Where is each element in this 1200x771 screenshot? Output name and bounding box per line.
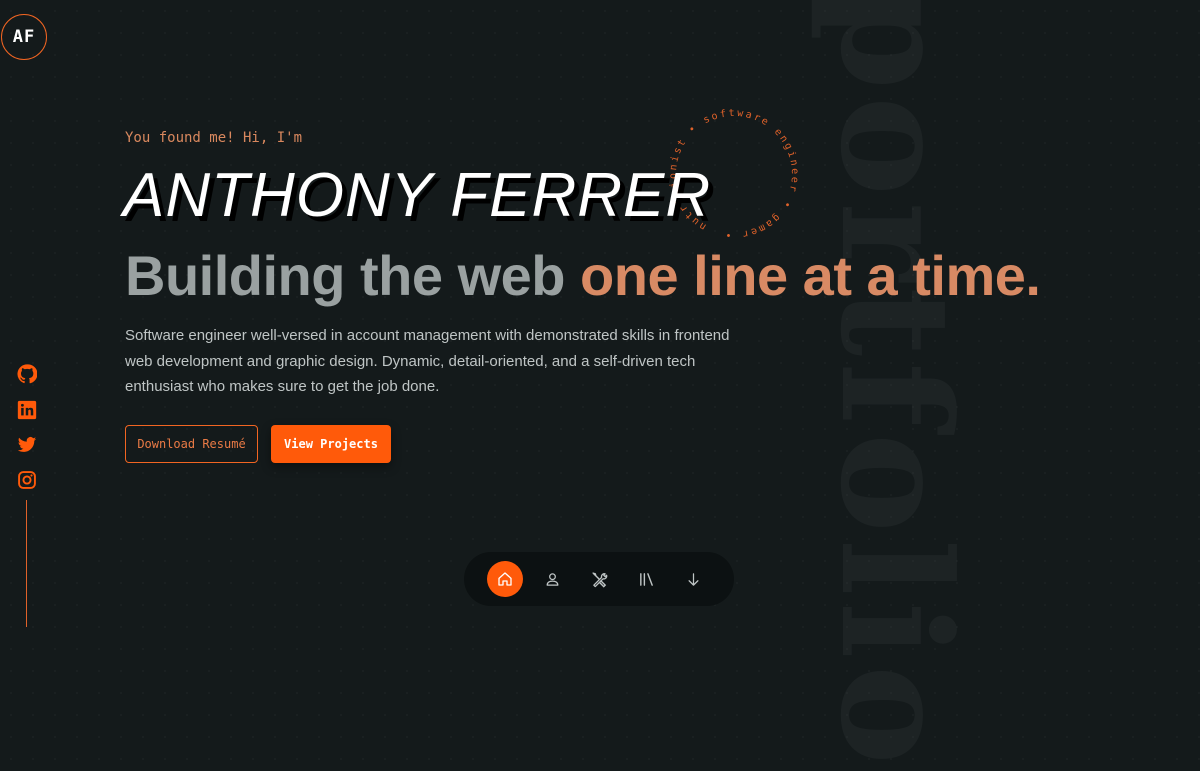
github-icon[interactable] (17, 364, 37, 384)
hero-description: Software engineer well-versed in account… (125, 327, 730, 395)
hero-name: ANTHONY FERRER (123, 161, 712, 230)
logo[interactable]: AF (1, 14, 47, 60)
social-divider-line (26, 500, 27, 627)
headline-accent: one line at a time. (580, 244, 1041, 307)
arrow-down-icon (688, 572, 698, 586)
nav-about[interactable] (534, 561, 570, 597)
nav-projects[interactable] (628, 561, 664, 597)
user-icon (546, 572, 558, 586)
home-icon (498, 572, 512, 586)
nav-home[interactable] (487, 561, 523, 597)
twitter-icon[interactable] (17, 435, 37, 455)
hero-headline: Building the web one line at a time. (125, 243, 1041, 308)
linkedin-icon[interactable] (17, 400, 37, 420)
portfolio-watermark: portfolio (807, 0, 984, 771)
view-projects-button[interactable]: View Projects (271, 425, 391, 463)
tools-icon (591, 571, 607, 588)
library-icon (639, 572, 653, 586)
nav-scroll-down[interactable] (675, 561, 711, 597)
nav-skills[interactable] (581, 561, 617, 597)
instagram-icon[interactable] (17, 470, 37, 490)
hero-greeting: You found me! Hi, I'm (125, 130, 303, 146)
download-resume-button[interactable]: Download Resumé (125, 425, 258, 463)
headline-plain: Building the web (125, 244, 581, 307)
bottom-nav-dock (464, 552, 734, 606)
